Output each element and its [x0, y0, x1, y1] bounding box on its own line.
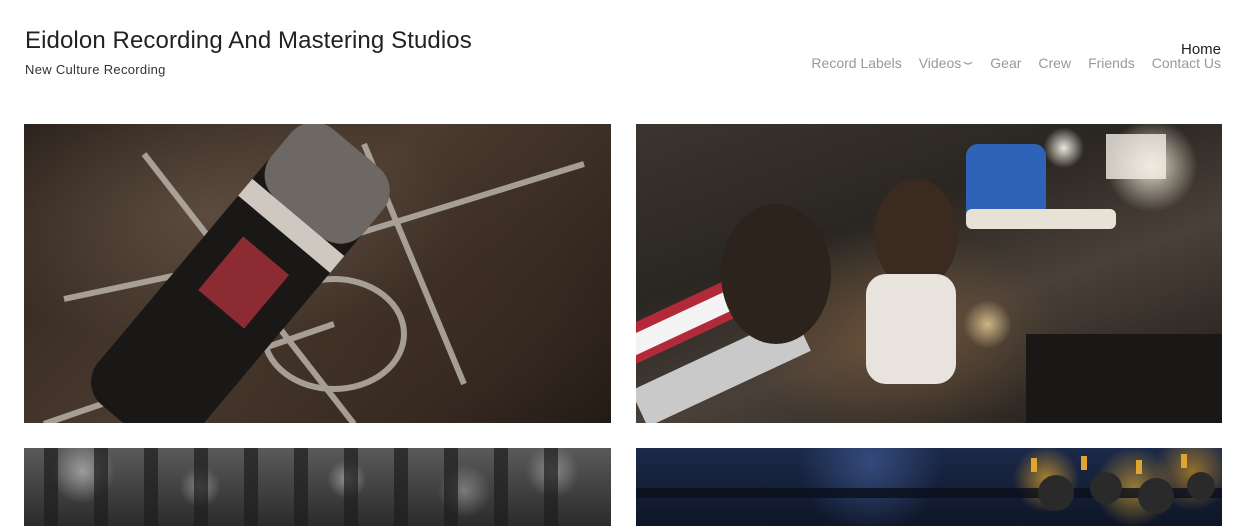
microphone-photo: [43, 124, 585, 423]
nav-item-contact-us[interactable]: Contact Us: [1152, 55, 1221, 71]
site-tagline: New Culture Recording: [25, 62, 166, 77]
site-title[interactable]: Eidolon Recording And Mastering Studios: [25, 27, 472, 55]
nav-item-record-labels[interactable]: Record Labels: [811, 55, 901, 71]
nav-item-gear[interactable]: Gear: [990, 55, 1021, 71]
nav-item-label: Crew: [1038, 55, 1072, 71]
nav-item-label: Friends: [1088, 55, 1135, 71]
outboard-rack-photo: [636, 454, 1222, 514]
nav-item-friends[interactable]: Friends: [1088, 55, 1135, 71]
chevron-down-icon: [963, 61, 973, 65]
gallery-tile-band-recording[interactable]: [636, 124, 1222, 423]
main-nav: Record Labels Videos Gear Crew Friends C…: [811, 55, 1221, 71]
gallery-tile-mixing-console[interactable]: [24, 448, 611, 526]
nav-item-label: Videos: [918, 55, 962, 71]
nav-item-label: Contact Us: [1151, 55, 1221, 71]
nav-item-videos[interactable]: Videos: [919, 55, 974, 71]
nav-item-crew[interactable]: Crew: [1038, 55, 1071, 71]
site-header: Eidolon Recording And Mastering Studios …: [0, 0, 1249, 110]
nav-item-label: Gear: [990, 55, 1022, 71]
gallery-tile-microphone[interactable]: [24, 124, 611, 423]
nav-item-label: Record Labels: [811, 55, 902, 71]
band-recording-photo: [636, 134, 1222, 423]
mixing-console-photo: [44, 448, 558, 526]
gallery-tile-outboard-rack[interactable]: [636, 448, 1222, 526]
